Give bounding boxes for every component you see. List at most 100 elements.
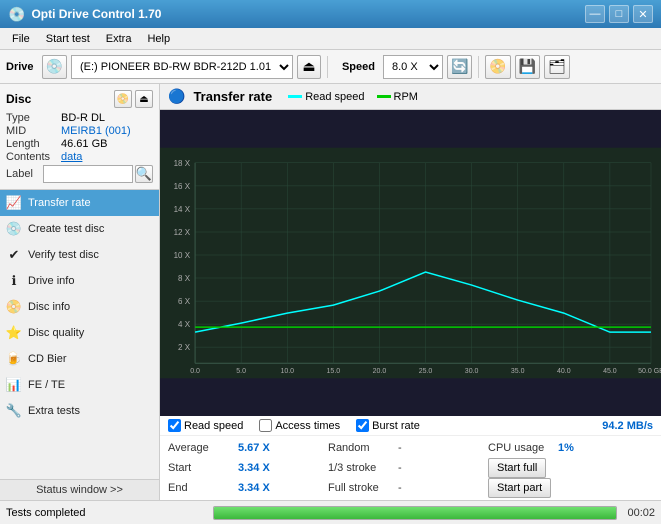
eject-button[interactable]: ⏏ (297, 55, 321, 79)
contents-value[interactable]: data (61, 151, 82, 163)
stat-row-one-third: 1/3 stroke - (328, 458, 488, 478)
nav-label-verify-test-disc: Verify test disc (28, 249, 99, 261)
svg-text:10.0: 10.0 (280, 368, 294, 375)
svg-text:12 X: 12 X (174, 228, 191, 237)
nav-item-fe-te[interactable]: 📊 FE / TE (0, 372, 159, 398)
save-button[interactable]: 🗂 (544, 55, 570, 79)
length-label: Length (6, 138, 61, 150)
svg-text:20.0: 20.0 (373, 368, 387, 375)
progress-bar (213, 506, 617, 520)
svg-text:5.0: 5.0 (236, 368, 246, 375)
progress-bar-fill (214, 507, 616, 519)
drive-select[interactable]: (E:) PIONEER BD-RW BDR-212D 1.01 (71, 55, 293, 79)
nav-label-drive-info: Drive info (28, 275, 74, 287)
disc-eject-icon-btn[interactable]: ⏏ (135, 90, 153, 108)
nav-item-verify-test-disc[interactable]: ✔ Verify test disc (0, 242, 159, 268)
disc-write-button[interactable]: 💾 (515, 55, 540, 79)
drive-icon-btn[interactable]: 💿 (42, 55, 67, 79)
nav-label-disc-quality: Disc quality (28, 327, 84, 339)
svg-text:0.0: 0.0 (190, 368, 200, 375)
random-label: Random (328, 442, 398, 454)
nav-item-create-test-disc[interactable]: 💿 Create test disc (0, 216, 159, 242)
cb-read-speed-input[interactable] (168, 419, 181, 432)
verify-test-disc-icon: ✔ (6, 247, 22, 263)
type-value: BD-R DL (61, 112, 105, 124)
chart-header: 🔵 Transfer rate Read speed RPM (160, 84, 661, 110)
svg-text:30.0: 30.0 (465, 368, 479, 375)
disc-info-icon: 📀 (6, 299, 22, 315)
cb-burst-rate-input[interactable] (356, 419, 369, 432)
create-test-disc-icon: 💿 (6, 221, 22, 237)
menu-help[interactable]: Help (139, 31, 178, 47)
start-full-button[interactable]: Start full (488, 458, 546, 478)
cpu-usage-value: 1% (558, 442, 574, 454)
menu-file[interactable]: File (4, 31, 38, 47)
svg-text:16 X: 16 X (174, 182, 191, 191)
nav-item-disc-quality[interactable]: ⭐ Disc quality (0, 320, 159, 346)
toolbar-separator-1 (327, 56, 328, 78)
legend-rpm-label: RPM (394, 91, 418, 103)
label-input[interactable] (43, 165, 133, 183)
average-label: Average (168, 442, 238, 454)
legend-read-speed-label: Read speed (305, 91, 364, 103)
chart-legend: Read speed RPM (288, 91, 418, 103)
app-icon: 💿 (8, 6, 25, 23)
speed-select[interactable]: 8.0 X (383, 55, 443, 79)
close-button[interactable]: ✕ (633, 5, 653, 23)
menu-start-test[interactable]: Start test (38, 31, 98, 47)
stat-row-average: Average 5.67 X (168, 438, 328, 458)
svg-text:8 X: 8 X (178, 274, 191, 283)
disc-panel: Disc 📀 ⏏ Type BD-R DL MID MEIRB1 (001) L… (0, 84, 159, 190)
label-label: Label (6, 168, 43, 180)
status-window-button[interactable]: Status window >> (0, 479, 159, 500)
nav-label-disc-info: Disc info (28, 301, 70, 313)
sidebar: Disc 📀 ⏏ Type BD-R DL MID MEIRB1 (001) L… (0, 84, 160, 500)
type-label: Type (6, 112, 61, 124)
cb-access-times-input[interactable] (259, 419, 272, 432)
svg-text:50.0 GB: 50.0 GB (638, 368, 661, 375)
nav-item-extra-tests[interactable]: 🔧 Extra tests (0, 398, 159, 424)
app-title: Opti Drive Control 1.70 (31, 7, 161, 21)
maximize-button[interactable]: □ (609, 5, 629, 23)
menu-extra[interactable]: Extra (98, 31, 140, 47)
window-controls: — □ ✕ (585, 5, 653, 23)
chart-svg: 18 X 16 X 14 X 12 X 10 X 8 X 6 X 4 X 2 X… (160, 110, 661, 416)
status-text: Tests completed (6, 507, 207, 519)
drive-label: Drive (6, 61, 34, 73)
burst-rate-value: 94.2 MB/s (602, 420, 653, 432)
nav-label-transfer-rate: Transfer rate (28, 197, 91, 209)
svg-text:2 X: 2 X (178, 343, 191, 352)
full-stroke-label: Full stroke (328, 482, 398, 494)
chart-container: 18 X 16 X 14 X 12 X 10 X 8 X 6 X 4 X 2 X… (160, 110, 661, 416)
nav-item-cd-bier[interactable]: 🍺 CD Bier (0, 346, 159, 372)
disc-quality-icon: ⭐ (6, 325, 22, 341)
transfer-rate-icon: 📈 (6, 195, 22, 211)
chart-icon: 🔵 (168, 88, 185, 105)
disc-info-icon-btn[interactable]: 📀 (114, 90, 132, 108)
nav-item-disc-info[interactable]: 📀 Disc info (0, 294, 159, 320)
label-icon-btn[interactable]: 🔍 (135, 165, 153, 183)
nav-label-cd-bier: CD Bier (28, 353, 67, 365)
legend-rpm-color (377, 95, 391, 98)
cb-read-speed-label: Read speed (184, 420, 243, 432)
stats-grid: Average 5.67 X Random - CPU usage 1% Sta… (160, 436, 661, 500)
extra-tests-icon: 🔧 (6, 403, 22, 419)
nav-item-drive-info[interactable]: ℹ Drive info (0, 268, 159, 294)
svg-text:15.0: 15.0 (327, 368, 341, 375)
nav-item-transfer-rate[interactable]: 📈 Transfer rate (0, 190, 159, 216)
minimize-button[interactable]: — (585, 5, 605, 23)
start-part-button[interactable]: Start part (488, 478, 551, 498)
cb-access-times-label: Access times (275, 420, 340, 432)
chart-checkboxes: Read speed Access times Burst rate 94.2 … (160, 416, 661, 436)
disc-read-button[interactable]: 📀 (485, 55, 510, 79)
chart-title: Transfer rate (193, 89, 272, 104)
cd-bier-icon: 🍺 (6, 351, 22, 367)
drive-info-icon: ℹ (6, 273, 22, 289)
menu-bar: File Start test Extra Help (0, 28, 661, 50)
cb-read-speed: Read speed (168, 419, 243, 432)
refresh-button[interactable]: 🔄 (447, 55, 472, 79)
stat-row-start: Start 3.34 X (168, 458, 328, 478)
random-value: - (398, 442, 402, 454)
mid-label: MID (6, 125, 61, 137)
nav-label-extra-tests: Extra tests (28, 405, 80, 417)
